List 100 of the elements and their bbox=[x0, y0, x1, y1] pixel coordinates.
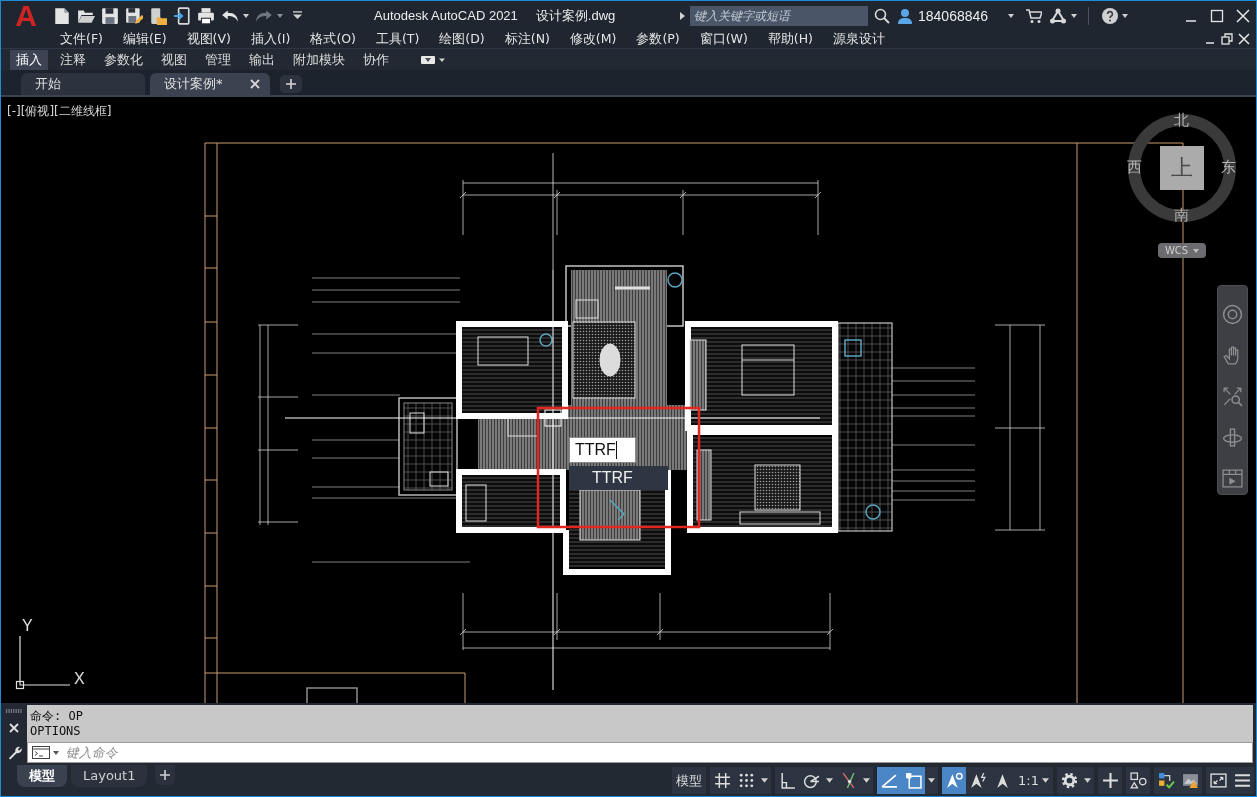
model-space-button[interactable]: 模型 bbox=[672, 767, 707, 794]
compass-east-label[interactable]: 东 bbox=[1221, 158, 1236, 176]
restore-icon[interactable] bbox=[1221, 33, 1233, 45]
annotation-visibility-button[interactable] bbox=[942, 767, 967, 794]
arrowhead-bolt-icon bbox=[969, 772, 987, 789]
command-input-field[interactable]: 键入命令 bbox=[66, 745, 366, 760]
menu-button[interactable] bbox=[1230, 767, 1254, 794]
compass-north-label[interactable]: 北 bbox=[1174, 111, 1189, 129]
ribbon-tab[interactable]: 插入 bbox=[10, 49, 48, 70]
grip-handle-icon[interactable] bbox=[5, 709, 23, 713]
zoom-icon[interactable] bbox=[1222, 386, 1243, 407]
menu-item[interactable]: 工具(T) bbox=[375, 30, 420, 48]
dropdown-button[interactable] bbox=[860, 767, 874, 794]
isolate-objects-button[interactable] bbox=[1126, 767, 1150, 794]
file-tab[interactable]: 设计案例* bbox=[150, 73, 270, 95]
viewcube-face[interactable]: 上 bbox=[1160, 146, 1204, 190]
close-icon[interactable] bbox=[9, 723, 19, 733]
compass-south-label[interactable]: 南 bbox=[1174, 206, 1189, 224]
graphics-performance-button[interactable] bbox=[1178, 767, 1202, 794]
ortho-button[interactable] bbox=[775, 767, 800, 794]
new-layout-button[interactable] bbox=[155, 765, 176, 785]
grid-button[interactable] bbox=[710, 767, 735, 794]
ribbon-tab[interactable]: 参数化 bbox=[98, 49, 149, 70]
film-play-icon[interactable] bbox=[1222, 468, 1243, 489]
dropdown-button[interactable] bbox=[758, 767, 772, 794]
new-page-icon[interactable] bbox=[53, 6, 71, 25]
new-tab-button[interactable] bbox=[280, 75, 302, 93]
ribbon-tab[interactable]: 输出 bbox=[243, 49, 281, 70]
menu-item[interactable]: 编辑(E) bbox=[122, 30, 167, 48]
auto-scale-button[interactable] bbox=[966, 767, 991, 794]
cart-icon[interactable] bbox=[1026, 7, 1043, 24]
device-folder-icon[interactable] bbox=[149, 6, 167, 25]
ribbon-tab[interactable]: 附加模块 bbox=[287, 49, 351, 70]
menu-item[interactable]: 文件(F) bbox=[60, 30, 103, 48]
expand-arrow-icon[interactable] bbox=[680, 11, 685, 20]
terminal-prompt-icon[interactable] bbox=[32, 746, 50, 759]
annotation-scale-button[interactable]: 1:1 bbox=[1014, 767, 1053, 794]
orbit-icon[interactable] bbox=[1222, 427, 1243, 448]
shapes-icon bbox=[1129, 772, 1147, 789]
search-icon[interactable] bbox=[874, 7, 890, 24]
grid-icon bbox=[713, 772, 731, 789]
viewport-controls-label[interactable]: [-][俯视][二维线框] bbox=[7, 103, 112, 120]
compass-west-label[interactable]: 西 bbox=[1127, 158, 1142, 176]
ribbon-tab[interactable]: 注释 bbox=[54, 49, 92, 70]
dropdown-button[interactable] bbox=[925, 767, 939, 794]
fullscreen-button[interactable] bbox=[1206, 767, 1230, 794]
menu-item[interactable]: 插入(I) bbox=[250, 30, 291, 48]
menu-item[interactable]: 帮助(H) bbox=[767, 30, 813, 48]
ribbon-tab[interactable]: 管理 bbox=[199, 49, 237, 70]
wrench-icon[interactable] bbox=[6, 745, 22, 760]
caret-icon[interactable] bbox=[1008, 13, 1015, 18]
close-icon[interactable] bbox=[1238, 33, 1250, 45]
blocks-check-icon bbox=[1157, 772, 1175, 789]
search-field[interactable]: 键入关键字或短语 bbox=[690, 5, 868, 26]
coordinate-system-menu[interactable]: WCS bbox=[1158, 243, 1206, 258]
layout-tab[interactable]: 模型 bbox=[17, 765, 67, 787]
device-arrow-icon[interactable] bbox=[173, 6, 191, 25]
settings-button[interactable] bbox=[1057, 767, 1081, 794]
user-icon[interactable] bbox=[897, 7, 913, 24]
caret-icon[interactable] bbox=[243, 13, 249, 18]
selection-button[interactable] bbox=[901, 767, 926, 794]
ribbon-tab[interactable]: 视图 bbox=[155, 49, 193, 70]
angle-button[interactable] bbox=[877, 767, 902, 794]
file-tab[interactable]: 开始 bbox=[21, 73, 145, 95]
app-title: Autodesk AutoCAD 2021 bbox=[374, 8, 518, 23]
compass-ring-icon[interactable] bbox=[1127, 113, 1237, 223]
close-icon[interactable] bbox=[1236, 8, 1250, 23]
menu-item[interactable]: 源泉设计 bbox=[833, 30, 885, 48]
menu-item[interactable]: 绘图(D) bbox=[439, 30, 485, 48]
printer-icon[interactable] bbox=[197, 6, 215, 25]
close-icon[interactable] bbox=[250, 79, 260, 89]
layout-tab[interactable]: Layout1 bbox=[71, 765, 148, 787]
hardware-acceleration-button[interactable] bbox=[1154, 767, 1178, 794]
caret-icon[interactable] bbox=[1071, 13, 1078, 18]
menu-item[interactable]: 视图(V) bbox=[186, 30, 231, 48]
steering-wheel-icon[interactable] bbox=[1222, 304, 1243, 325]
dynamic-input-field[interactable]: TTRF bbox=[569, 437, 636, 463]
plus-icon bbox=[160, 770, 171, 780]
panel-dropdown-icon[interactable] bbox=[421, 54, 447, 65]
menu-item[interactable]: 修改(M) bbox=[569, 30, 617, 48]
floppy-pencil-icon[interactable] bbox=[125, 6, 143, 25]
menu-item[interactable]: 格式(O) bbox=[310, 30, 356, 48]
polar-angle-icon bbox=[802, 772, 820, 789]
caret-icon[interactable] bbox=[277, 13, 283, 18]
plus-button[interactable] bbox=[1098, 767, 1122, 794]
help-icon[interactable] bbox=[1102, 7, 1119, 24]
menu-item[interactable]: 标注(N) bbox=[504, 30, 550, 48]
command-history-line: 命令: OP bbox=[30, 708, 84, 724]
connected-nodes-icon[interactable] bbox=[1050, 7, 1067, 24]
menu-item[interactable]: 参数(P) bbox=[636, 30, 680, 48]
caret-icon[interactable] bbox=[53, 750, 59, 755]
customize-caret-icon[interactable] bbox=[293, 11, 302, 20]
autocomplete-item[interactable]: TTRF bbox=[569, 466, 668, 490]
maximize-icon[interactable] bbox=[1210, 8, 1224, 23]
caret-icon[interactable] bbox=[1122, 13, 1129, 18]
ribbon-tab[interactable]: 协作 bbox=[357, 49, 395, 70]
user-name[interactable]: 184068846 bbox=[918, 7, 989, 24]
menu-item[interactable]: 窗口(W) bbox=[699, 30, 748, 48]
caret-icon bbox=[1193, 248, 1200, 253]
dropdown-button[interactable] bbox=[1081, 767, 1094, 794]
